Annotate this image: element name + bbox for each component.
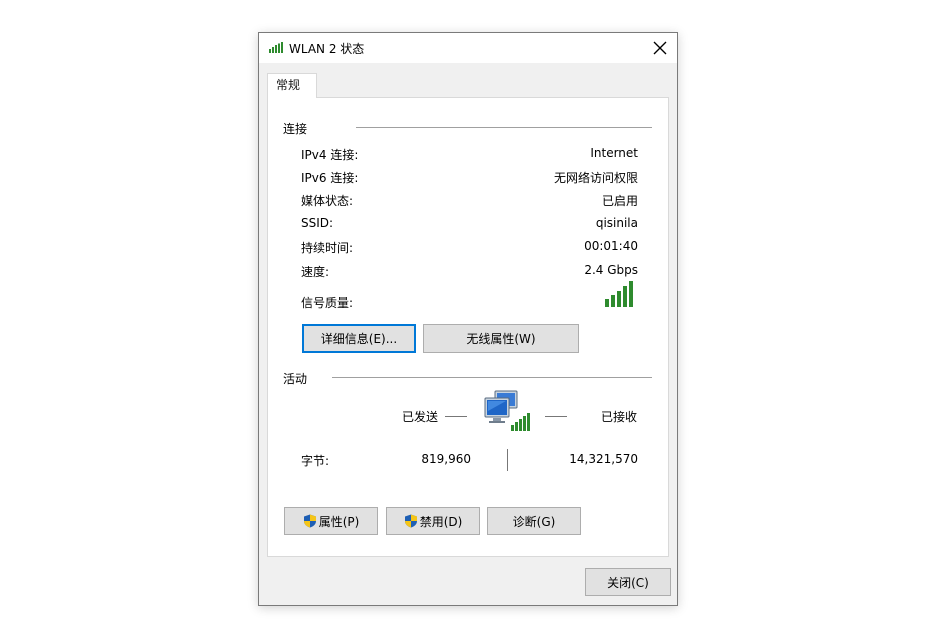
signal-quality-label: 信号质量: <box>301 296 354 310</box>
network-computers-icon <box>484 390 530 431</box>
media-state-label: 媒体状态: <box>301 194 354 208</box>
shield-icon <box>404 514 417 528</box>
bytes-received-value: 14,321,570 <box>569 452 638 466</box>
disable-button[interactable]: 禁用(D) <box>386 507 480 535</box>
sent-dash <box>445 416 467 417</box>
tab-panel-general: 连接 IPv4 连接: Internet IPv6 连接: 无网络访问权限 媒体… <box>267 97 669 557</box>
disable-button-label: 禁用(D) <box>419 514 463 529</box>
connection-section-title: 连接 <box>283 122 308 136</box>
duration-value: 00:01:40 <box>584 239 638 253</box>
speed-label: 速度: <box>301 265 330 279</box>
wifi-signal-icon <box>269 42 283 53</box>
duration-label: 持续时间: <box>301 241 354 255</box>
details-button[interactable]: 详细信息(E)... <box>302 324 416 353</box>
diagnose-button[interactable]: 诊断(G) <box>487 507 581 535</box>
close-button[interactable] <box>647 36 673 60</box>
ipv4-label: IPv4 连接: <box>301 148 359 162</box>
ipv4-value: Internet <box>590 146 638 160</box>
status-dialog: WLAN 2 状态 常规 连接 IPv4 连接: Internet IPv6 连… <box>258 32 678 606</box>
sent-label: 已发送 <box>402 410 439 424</box>
activity-divider <box>332 377 652 378</box>
connection-divider <box>356 127 652 128</box>
bytes-divider <box>507 449 508 471</box>
received-dash <box>545 416 567 417</box>
close-icon <box>653 41 667 55</box>
ipv6-label: IPv6 连接: <box>301 171 359 185</box>
speed-value: 2.4 Gbps <box>584 263 638 277</box>
bytes-label: 字节: <box>301 454 330 468</box>
shield-icon <box>303 514 316 528</box>
ssid-value: qisinila <box>595 216 638 230</box>
tab-general[interactable]: 常规 <box>267 73 317 98</box>
activity-section-title: 活动 <box>283 372 308 386</box>
ipv6-value: 无网络访问权限 <box>553 171 638 185</box>
title-bar[interactable]: WLAN 2 状态 <box>259 33 677 63</box>
media-state-value: 已启用 <box>601 194 638 208</box>
wireless-properties-button[interactable]: 无线属性(W) <box>423 324 579 353</box>
window-title: WLAN 2 状态 <box>289 42 365 56</box>
ssid-label: SSID: <box>301 216 334 230</box>
close-dialog-button[interactable]: 关闭(C) <box>585 568 671 596</box>
signal-quality-icon <box>605 281 633 307</box>
properties-button[interactable]: 属性(P) <box>284 507 378 535</box>
received-label: 已接收 <box>601 410 638 424</box>
bytes-sent-value: 819,960 <box>421 452 471 466</box>
properties-button-label: 属性(P) <box>318 514 360 529</box>
